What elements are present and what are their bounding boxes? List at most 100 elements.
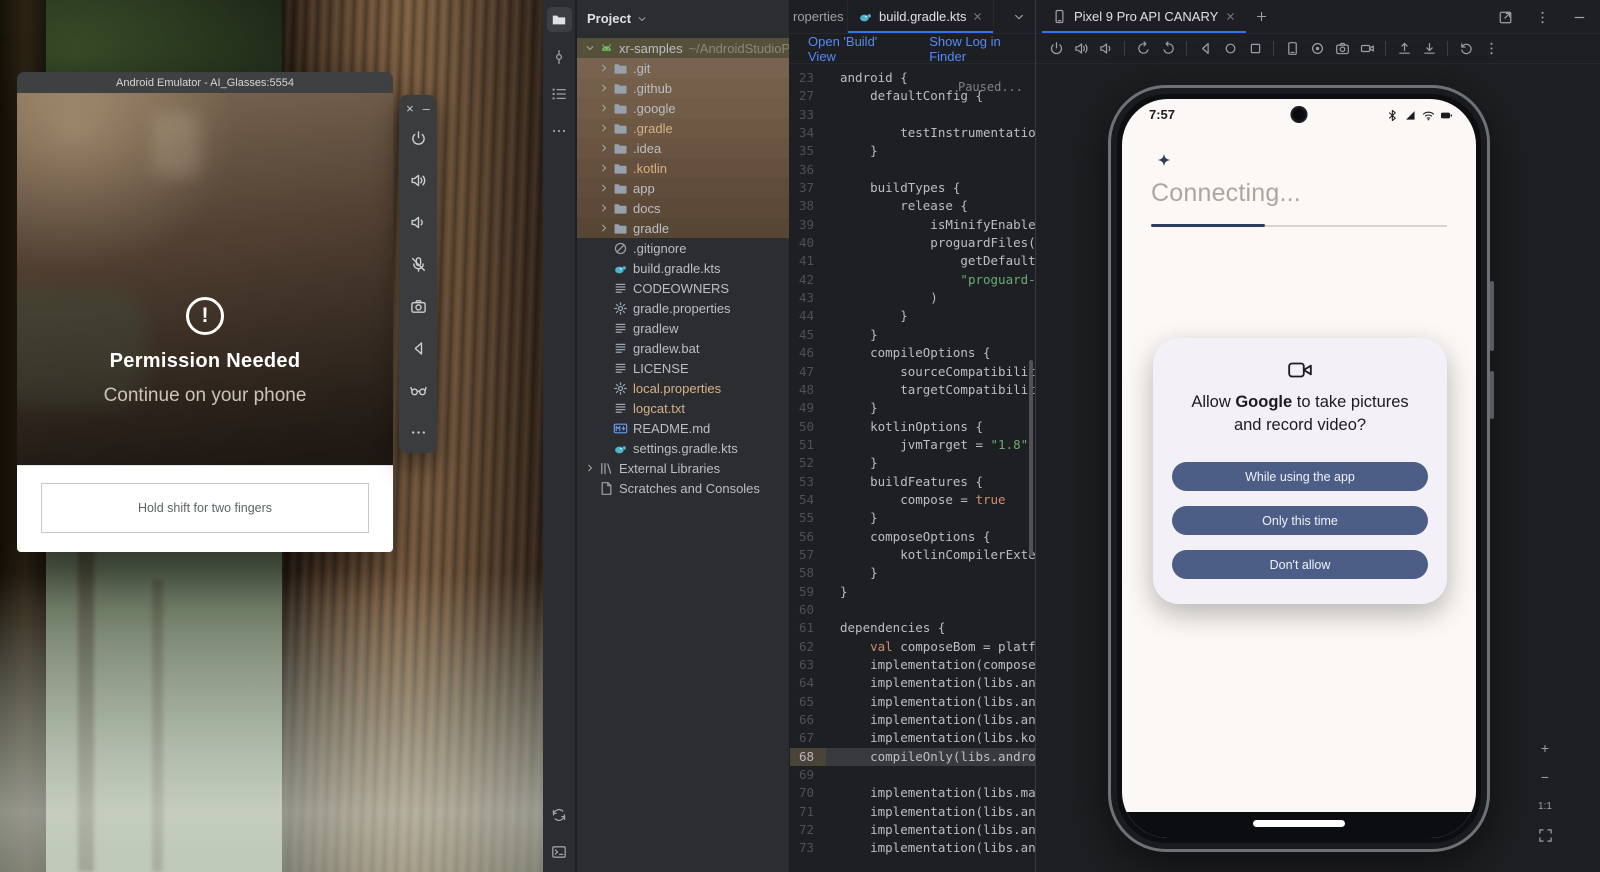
tree-item-license[interactable]: LICENSE: [577, 358, 789, 378]
overview-icon[interactable]: [1244, 38, 1266, 60]
tree-item-gradlew-bat[interactable]: gradlew.bat: [577, 338, 789, 358]
commit-icon[interactable]: [547, 44, 572, 69]
zoom-in-button[interactable]: +: [1534, 737, 1556, 759]
tree-item-scratches-and-consoles[interactable]: Scratches and Consoles: [577, 478, 789, 498]
emulator-screen[interactable]: ! Permission Needed Continue on your pho…: [17, 93, 393, 465]
project-panel-header[interactable]: Project: [577, 0, 789, 36]
chevron-right-icon[interactable]: [583, 461, 597, 475]
volume-down-icon[interactable]: [407, 211, 429, 233]
tree-item-gradle[interactable]: gradle: [577, 218, 789, 238]
chevron-right-icon[interactable]: [597, 81, 611, 95]
tree-item-local-properties[interactable]: local.properties: [577, 378, 789, 398]
open-build-view-link[interactable]: Open 'Build' View: [808, 34, 903, 64]
chevron-right-icon[interactable]: [597, 141, 611, 155]
home-icon[interactable]: [1219, 38, 1241, 60]
tree-item-docs[interactable]: docs: [577, 198, 789, 218]
tree-item-google[interactable]: .google: [577, 98, 789, 118]
rotate-left-icon[interactable]: [1132, 38, 1154, 60]
dialog-button-don-t-allow[interactable]: Don't allow: [1172, 550, 1428, 579]
camera-icon[interactable]: [407, 295, 429, 317]
show-log-in-finder-link[interactable]: Show Log in Finder: [929, 34, 1035, 64]
editor-scrollbar[interactable]: [1029, 360, 1033, 556]
device-panel-controls: [1494, 0, 1590, 34]
chevron-right-icon[interactable]: [597, 121, 611, 135]
chevron-right-icon[interactable]: [597, 181, 611, 195]
zoom-fit-button[interactable]: [1534, 824, 1556, 846]
chevron-right-icon[interactable]: [597, 61, 611, 75]
tree-item-settings-gradle-kts[interactable]: settings.gradle.kts: [577, 438, 789, 458]
record-icon[interactable]: [1306, 38, 1328, 60]
sync-icon[interactable]: [547, 802, 572, 827]
tree-item-kotlin[interactable]: .kotlin: [577, 158, 789, 178]
upload-icon[interactable]: [1393, 38, 1415, 60]
folder-project-icon[interactable]: [547, 7, 572, 32]
zoom-actual-button[interactable]: 1:1: [1534, 795, 1556, 817]
tree-item-gradlew[interactable]: gradlew: [577, 318, 789, 338]
line-number: 73: [790, 839, 826, 857]
hidden-tabs-button[interactable]: [1003, 0, 1035, 33]
restore-icon[interactable]: [1455, 38, 1477, 60]
chevron-down-icon[interactable]: [636, 11, 648, 25]
tree-item-gradle-properties[interactable]: gradle.properties: [577, 298, 789, 318]
tree-item-readme-md[interactable]: README.md: [577, 418, 789, 438]
new-device-tab-button[interactable]: [1246, 0, 1277, 33]
volume-up-icon[interactable]: [407, 169, 429, 191]
terminal-icon[interactable]: [547, 839, 572, 864]
close-button[interactable]: ×: [406, 102, 414, 115]
chevron-right-icon[interactable]: [597, 101, 611, 115]
camera-icon[interactable]: [1331, 38, 1353, 60]
tree-item-external-libraries[interactable]: External Libraries: [577, 458, 789, 478]
dialog-button-only-this-time[interactable]: Only this time: [1172, 506, 1428, 535]
download-icon[interactable]: [1418, 38, 1440, 60]
chevron-right-icon[interactable]: [597, 161, 611, 175]
power-icon[interactable]: [1045, 38, 1067, 60]
minus-icon[interactable]: [1568, 6, 1590, 28]
tree-item-idea[interactable]: .idea: [577, 138, 789, 158]
project-panel-title: Project: [587, 11, 631, 26]
chevron-right-icon[interactable]: [597, 201, 611, 215]
structure-icon[interactable]: [547, 81, 572, 106]
tree-item-label: logcat.txt: [633, 401, 685, 416]
tree-item-build-gradle-kts[interactable]: build.gradle.kts: [577, 258, 789, 278]
power-icon[interactable]: [407, 127, 429, 149]
phone-screen[interactable]: 7:57 Connecting...: [1122, 99, 1476, 838]
back-icon[interactable]: [407, 337, 429, 359]
more-vertical-icon[interactable]: [1480, 38, 1502, 60]
tree-item-xr-samples[interactable]: xr-samples~/AndroidStudioProj: [577, 38, 789, 58]
more-horizontal-icon[interactable]: [407, 421, 429, 443]
tree-item-app[interactable]: app: [577, 178, 789, 198]
tree-item-gradle[interactable]: .gradle: [577, 118, 789, 138]
open-new-icon[interactable]: [1494, 6, 1516, 28]
tree-item-gitignore[interactable]: .gitignore: [577, 238, 789, 258]
editor-tab-build-gradle-kts[interactable]: build.gradle.kts: [848, 0, 994, 33]
tree-item-codeowners[interactable]: CODEOWNERS: [577, 278, 789, 298]
dialog-button-while-using-the-app[interactable]: While using the app: [1172, 462, 1428, 491]
tree-item-git[interactable]: .git: [577, 58, 789, 78]
volume-up-icon[interactable]: [1070, 38, 1092, 60]
more-vertical-icon[interactable]: [1531, 6, 1553, 28]
rotate-right-icon[interactable]: [1157, 38, 1179, 60]
zoom-out-button[interactable]: −: [1534, 766, 1556, 788]
chevron-down-icon[interactable]: [583, 41, 597, 55]
volume-down-icon[interactable]: [1095, 38, 1117, 60]
mic-off-icon[interactable]: [407, 253, 429, 275]
emulator-titlebar[interactable]: Android Emulator - AI_Glasses:5554: [17, 72, 393, 93]
code-editor[interactable]: 23android {27 defaultConfig {3334 testIn…: [790, 64, 1035, 872]
screenshot-icon[interactable]: [1281, 38, 1303, 60]
tree-item-label: .kotlin: [633, 161, 667, 176]
close-icon[interactable]: [1225, 11, 1236, 22]
line-number: 27: [790, 87, 826, 105]
video-icon[interactable]: [1356, 38, 1378, 60]
editor-tab-roperties[interactable]: roperties: [790, 0, 848, 33]
tree-item-github[interactable]: .github: [577, 78, 789, 98]
back-icon[interactable]: [1194, 38, 1216, 60]
chevron-right-icon[interactable]: [597, 221, 611, 235]
tree-item-logcat-txt[interactable]: logcat.txt: [577, 398, 789, 418]
device-tab-pixel-9-pro[interactable]: Pixel 9 Pro API CANARY: [1042, 0, 1246, 33]
gesture-handle[interactable]: [1253, 820, 1345, 827]
more-horizontal-icon[interactable]: [547, 118, 572, 143]
glasses-icon[interactable]: [407, 379, 429, 401]
gradle-icon: [858, 9, 873, 24]
close-icon[interactable]: [972, 11, 983, 22]
minimize-button[interactable]: –: [423, 102, 430, 115]
